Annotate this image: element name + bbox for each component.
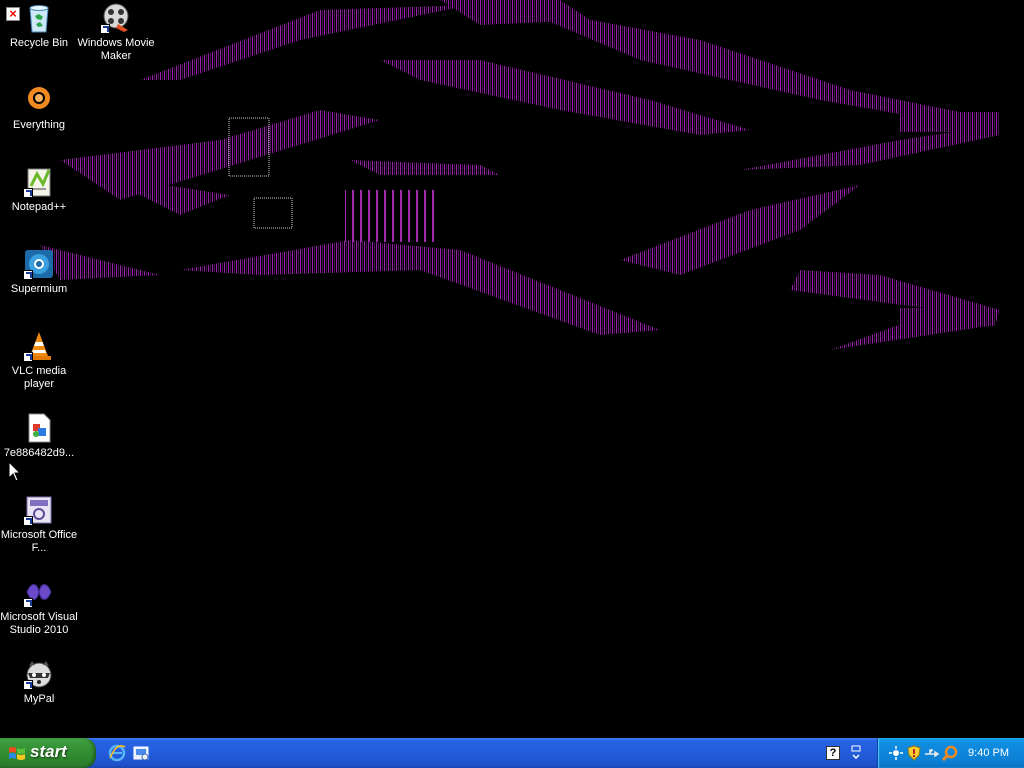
start-label: start [30,742,67,761]
shortcut-arrow-icon [23,352,33,362]
desktop-icon-microsoft-office[interactable]: Microsoft Office F... [0,494,78,555]
recycle-bin-icon [23,2,55,34]
desktop-icon-everything[interactable]: Everything [0,84,78,132]
help-icon[interactable]: ? [826,746,840,760]
visual-studio-icon [23,576,55,608]
desktop-icon-visual-studio-2010[interactable]: Microsoft Visual Studio 2010 [0,576,78,637]
network-icon[interactable] [888,745,904,761]
mouse-pointer-icon [9,462,21,482]
shortcut-arrow-icon [23,516,33,526]
start-button[interactable]: start [0,738,96,768]
desktop-icon-label: 7e886482d9... [3,447,75,459]
desktop-icon-label: Microsoft Visual Studio 2010 [0,611,78,636]
movie-maker-icon [100,2,132,34]
desktop-icon-label: Everything [13,119,65,131]
desktop-icon-label: Supermium [10,283,68,295]
desktop-icon-label: Microsoft Office F... [0,529,78,554]
windows-logo-icon [9,747,25,760]
desktop-icon-label: VLC media player [11,365,67,390]
shortcut-arrow-icon [100,24,110,34]
desktop[interactable]: Recycle Bin × Windows Movie Maker Everyt… [0,0,1024,738]
notepad-plus-plus-icon [23,166,55,198]
desktop-icon-supermium[interactable]: Supermium [0,248,78,296]
shortcut-arrow-icon [23,598,33,608]
taskbar: start ? 9:40 PM [0,738,1024,768]
shortcut-arrow-icon [23,270,33,280]
desktop-icon-label: MyPal [23,693,55,705]
office-app-icon [23,494,55,526]
shortcut-arrow-icon [23,680,33,690]
show-desktop-icon[interactable] [132,744,150,762]
internet-explorer-icon[interactable] [108,744,126,762]
image-file-icon [23,412,55,444]
desktop-icon-windows-movie-maker[interactable]: Windows Movie Maker [77,2,155,63]
desktop-icon-label: Notepad++ [11,201,67,213]
system-tray: 9:40 PM [877,738,1024,768]
usb-icon[interactable] [924,745,940,761]
desktop-icon-label: Windows Movie Maker [77,37,155,62]
mypal-raccoon-icon [23,658,55,690]
desktop-icon-label: Recycle Bin [9,37,69,49]
broken-icon-overlay: × [6,7,20,21]
desktop-icon-vlc-media-player[interactable]: VLC media player [0,330,78,391]
chevron-double-icon[interactable] [850,744,862,762]
shortcut-arrow-icon [23,188,33,198]
wallpaper-image [40,0,1000,350]
desktop-icon-notepad-plus-plus[interactable]: Notepad++ [0,166,78,214]
vlc-cone-icon [23,330,55,362]
search-icon[interactable] [942,745,958,761]
supermium-browser-icon [23,248,55,280]
clock[interactable]: 9:40 PM [968,747,1009,759]
desktop-icon-image-file[interactable]: 7e886482d9... [0,412,78,460]
desktop-icon-mypal[interactable]: MyPal [0,658,78,706]
everything-search-icon [23,84,55,116]
security-shield-icon[interactable] [906,745,922,761]
